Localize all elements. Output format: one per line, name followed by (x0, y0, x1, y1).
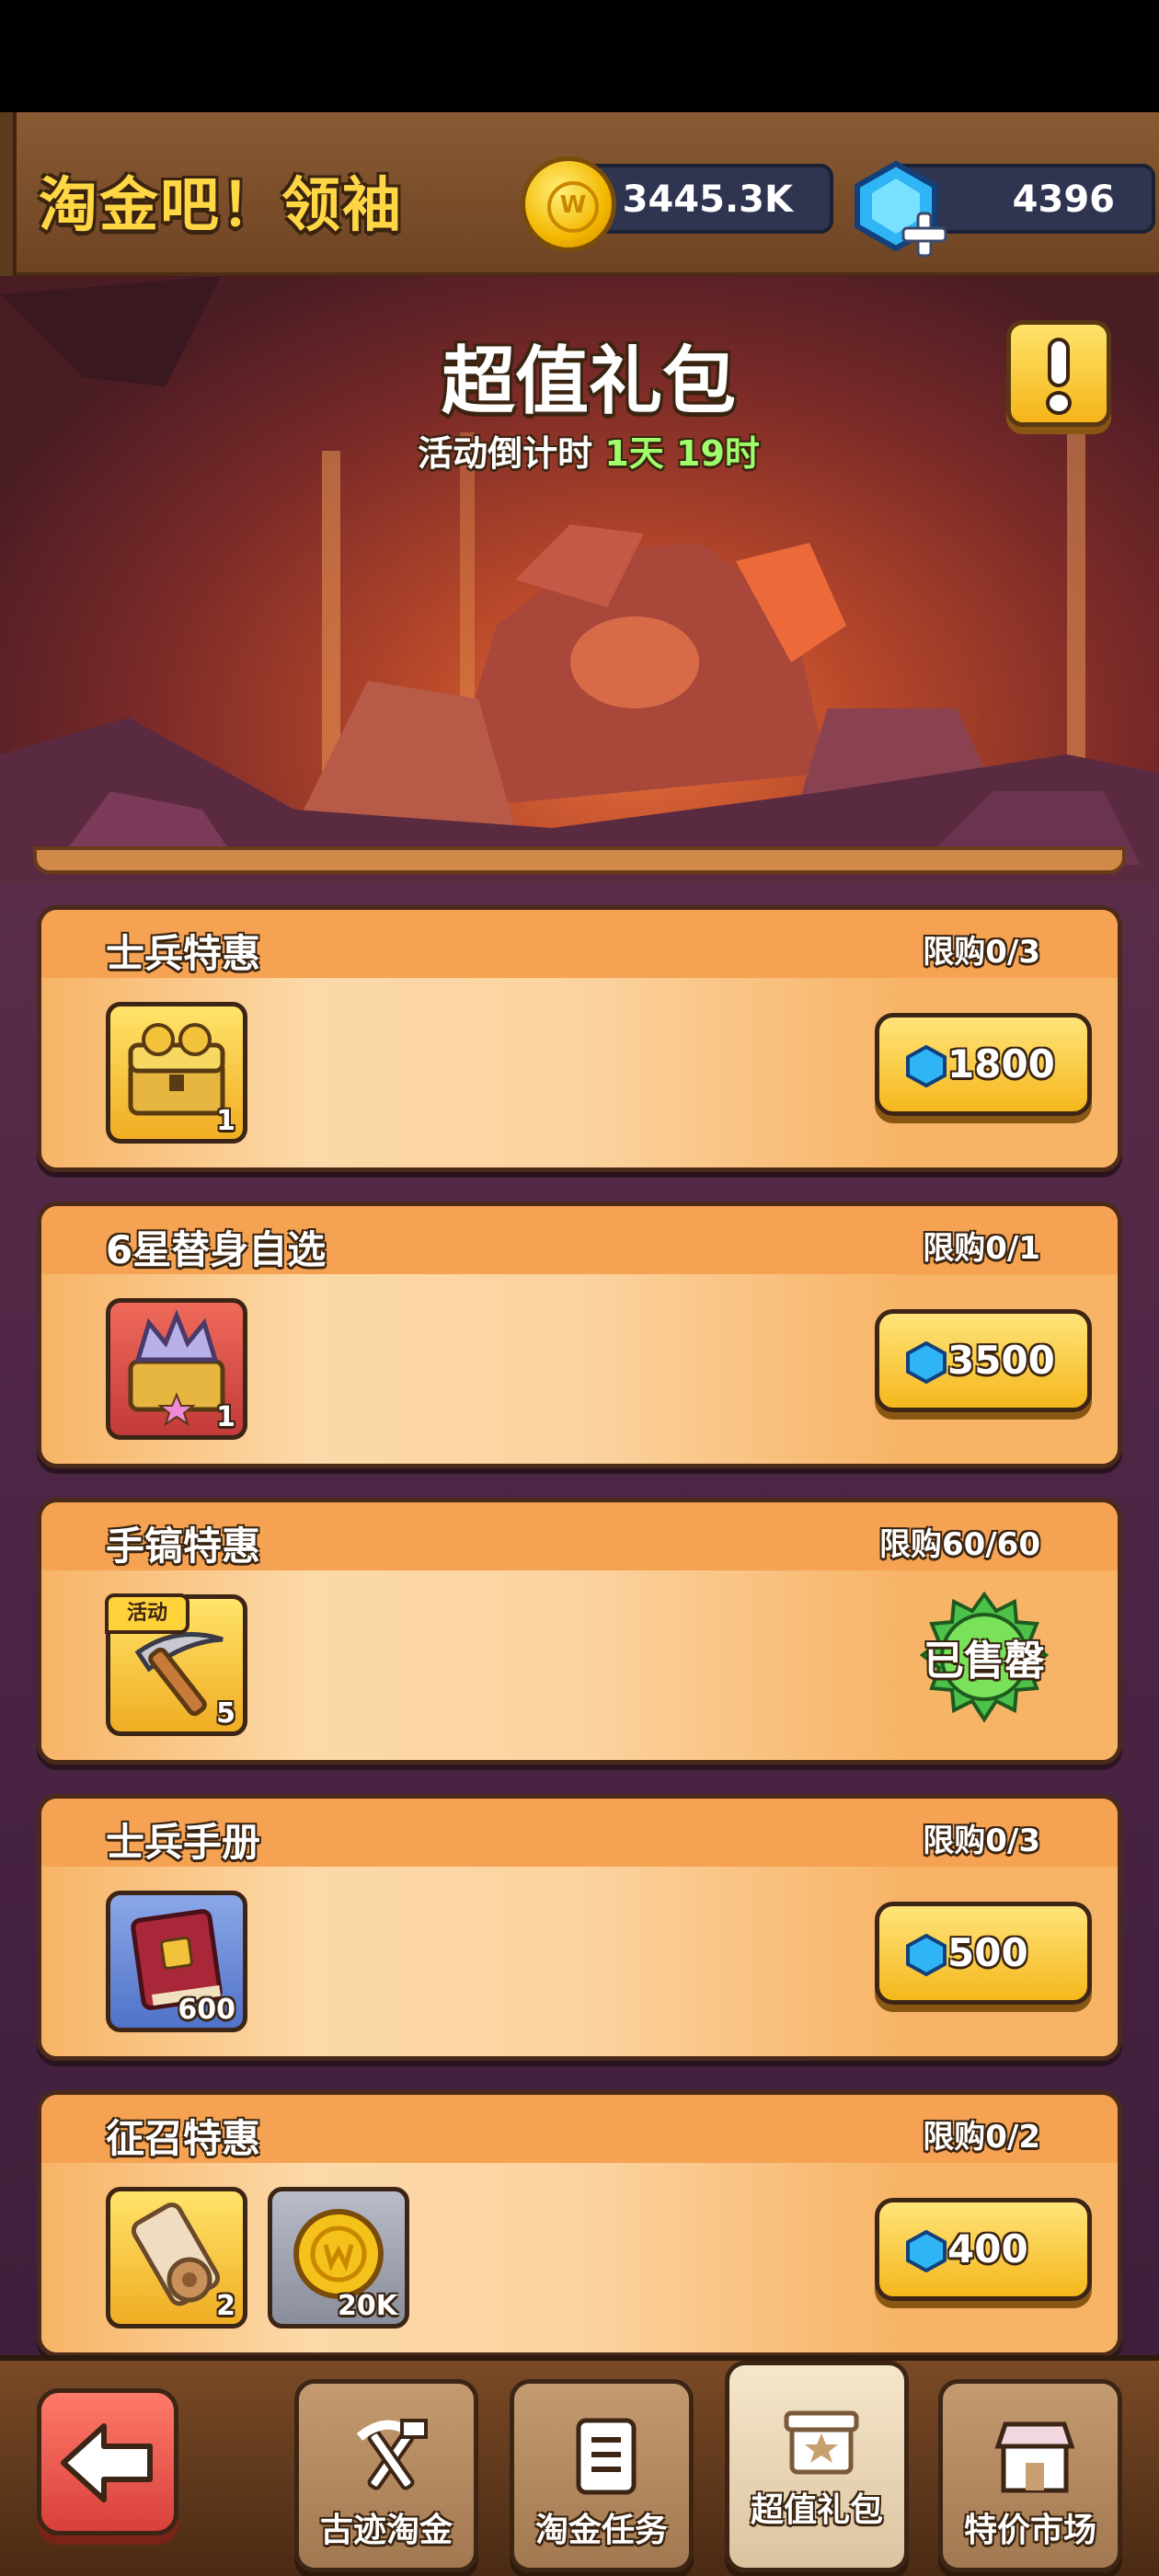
tab-label: 特价市场 (963, 2512, 1096, 2549)
arrow-left-icon (61, 2423, 153, 2502)
back-button[interactable] (37, 2388, 178, 2536)
tab-label: 超值礼包 (750, 2491, 883, 2529)
banner-title: 超值礼包 (442, 339, 736, 424)
reward-item[interactable]: 1 (106, 1298, 247, 1440)
buy-button[interactable]: 1800 (875, 1013, 1092, 1116)
shop-icon (994, 2421, 1075, 2493)
buy-button[interactable]: 500 (875, 1902, 1092, 2005)
item-quantity: 600 (178, 1994, 235, 2026)
purchase-limit: 限购0/3 (923, 934, 1040, 971)
status-bar (0, 0, 1159, 112)
purchase-limit: 限购0/1 (923, 1230, 1040, 1267)
pack-title: 6星替身自选 (106, 1227, 327, 1272)
gem-amount: 4396 (1012, 178, 1115, 221)
pack-title: 士兵特惠 (106, 931, 261, 976)
bottom-nav: 古迹淘金 淘金任务 超值礼包 特价市场 (0, 2355, 1159, 2576)
frame-ledge (0, 112, 17, 278)
tab-label: 古迹淘金 (319, 2512, 453, 2549)
gem-icon (906, 2230, 947, 2272)
pack-card-soldier-manual: 士兵手册 限购0/3 600 500 (37, 1794, 1122, 2061)
countdown-value: 1天 19时 (604, 433, 760, 474)
pack-card-soldier-deal: 士兵特惠 限购0/3 1 1800 (37, 905, 1122, 1172)
item-quantity: 1 (216, 1105, 235, 1137)
gift-box-icon (784, 2410, 859, 2475)
gold-amount: 3445.3K (622, 178, 793, 221)
gem-icon (906, 1341, 947, 1384)
gem-icon (906, 1934, 947, 1976)
reward-item[interactable]: 活动 5 (105, 1593, 247, 1736)
event-tag: 活动 (105, 1593, 189, 1634)
reward-item[interactable]: 20K (268, 2187, 409, 2329)
pack-title: 手镐特惠 (106, 1524, 261, 1569)
price: 1800 (947, 1041, 1055, 1087)
pickaxe-hammer-icon (356, 2419, 428, 2490)
item-quantity: 1 (216, 1401, 235, 1433)
item-quantity: 20K (338, 2290, 397, 2322)
price: 3500 (947, 1338, 1055, 1383)
tab-value-packs[interactable]: 超值礼包 (725, 2361, 909, 2572)
clipboard-icon (576, 2418, 637, 2495)
price: 400 (947, 2226, 1028, 2271)
reward-item[interactable]: 600 (106, 1891, 247, 2032)
item-quantity: 5 (216, 1697, 235, 1730)
sold-out-label: 已售罄 (924, 1638, 1045, 1685)
reward-item[interactable]: 1 (106, 1002, 247, 1144)
top-bar: 淘金吧！领袖 3445.3K 4396 (0, 112, 1159, 278)
purchase-limit: 限购0/2 (923, 2119, 1040, 2156)
purchase-limit: 限购0/3 (923, 1823, 1040, 1859)
tab-ruins-gold[interactable]: 古迹淘金 (294, 2379, 478, 2572)
info-button[interactable] (1006, 320, 1111, 427)
tab-label: 淘金任务 (534, 2512, 668, 2549)
tab-gold-tasks[interactable]: 淘金任务 (510, 2379, 694, 2572)
gold-coin-icon (521, 156, 616, 252)
pack-list[interactable]: 士兵特惠 限购0/3 1 1800 6星替身自选 限购0/1 1 3500 手镐… (0, 883, 1159, 2357)
reward-item[interactable]: 2 (106, 2187, 247, 2329)
purchase-limit: 限购60/60 (878, 1526, 1040, 1563)
pack-title: 征召特惠 (106, 2116, 261, 2161)
buy-button[interactable]: 400 (875, 2198, 1092, 2301)
pack-card-recruit-deal: 征召特惠 限购0/2 2 20K 400 (37, 2090, 1122, 2357)
pack-card-6star-select: 6星替身自选 限购0/1 1 3500 (37, 1202, 1122, 1468)
tab-special-market[interactable]: 特价市场 (938, 2379, 1122, 2572)
countdown-label: 活动倒计时 (418, 433, 593, 474)
item-quantity: 2 (216, 2290, 235, 2322)
pack-title: 士兵手册 (106, 1820, 261, 1865)
gem-icon (906, 1045, 947, 1087)
game-title: 淘金吧！领袖 (39, 172, 403, 240)
event-countdown: 活动倒计时 1天 19时 (0, 425, 1159, 476)
banner-frame (33, 846, 1126, 874)
buy-button[interactable]: 3500 (875, 1309, 1092, 1412)
pack-card-pickaxe-deal: 手镐特惠 限购60/60 活动 5 已售罄 (37, 1498, 1122, 1765)
hero-banner: 超值礼包 活动倒计时 1天 19时 (0, 276, 1159, 883)
add-gems-icon[interactable] (901, 212, 947, 258)
price: 500 (947, 1930, 1028, 1975)
